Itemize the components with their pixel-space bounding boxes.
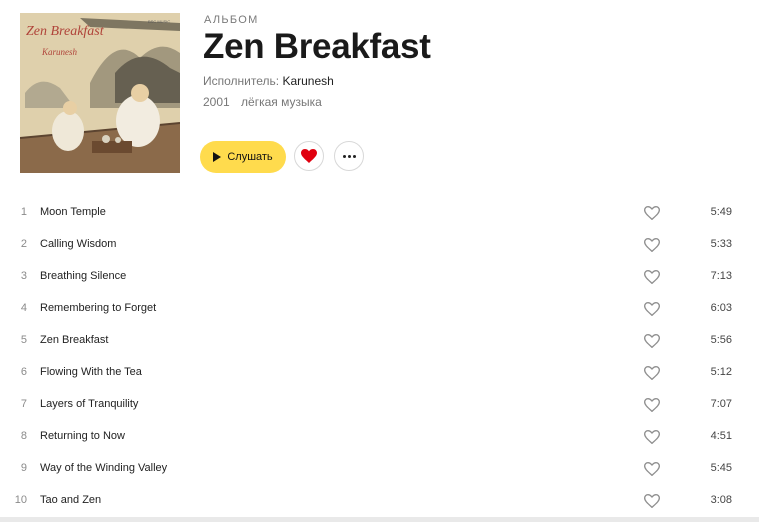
more-dots-icon <box>342 154 356 158</box>
track-number: 5 <box>20 334 27 346</box>
track-title[interactable]: Way of the Winding Valley <box>40 462 167 474</box>
track-title[interactable]: Tao and Zen <box>40 494 101 506</box>
track-duration: 5:45 <box>710 462 732 474</box>
track-number: 1 <box>20 206 27 218</box>
play-button[interactable]: Слушать <box>200 141 286 173</box>
track-duration: 7:07 <box>710 398 732 410</box>
track-title[interactable]: Moon Temple <box>40 206 106 218</box>
track-number: 2 <box>20 238 27 250</box>
heart-outline-icon[interactable] <box>643 397 661 413</box>
more-options-button[interactable] <box>334 141 364 171</box>
heart-outline-icon[interactable] <box>643 429 661 445</box>
cover-artwork: Zen Breakfast Karunesh BSC MUSIC <box>20 13 180 173</box>
track-duration: 6:03 <box>710 302 732 314</box>
heart-outline-icon[interactable] <box>643 237 661 253</box>
play-button-label: Слушать <box>227 151 273 163</box>
track-title[interactable]: Remembering to Forget <box>40 302 156 314</box>
track-number: 3 <box>20 270 27 282</box>
track-row[interactable]: 9 Way of the Winding Valley 5:45 <box>0 452 759 484</box>
cover-artist-text: Karunesh <box>41 47 78 57</box>
track-row[interactable]: 6 Flowing With the Tea 5:12 <box>0 356 759 388</box>
track-duration: 5:56 <box>710 334 732 346</box>
album-genre[interactable]: лёгкая музыка <box>241 95 322 109</box>
track-row[interactable]: 1 Moon Temple 5:49 <box>0 196 759 228</box>
album-type-label: АЛЬБОМ <box>204 14 259 26</box>
artist-link[interactable]: Karunesh <box>282 74 333 88</box>
heart-outline-icon[interactable] <box>643 333 661 349</box>
track-title[interactable]: Breathing Silence <box>40 270 126 282</box>
track-row[interactable]: 5 Zen Breakfast 5:56 <box>0 324 759 356</box>
track-title[interactable]: Layers of Tranquility <box>40 398 138 410</box>
heart-outline-icon[interactable] <box>643 301 661 317</box>
album-title: Zen Breakfast <box>203 27 431 66</box>
artist-line: Исполнитель: Karunesh <box>203 74 334 88</box>
track-number: 4 <box>20 302 27 314</box>
horizontal-scrollbar[interactable] <box>0 517 759 522</box>
track-row[interactable]: 2 Calling Wisdom 5:33 <box>0 228 759 260</box>
track-title[interactable]: Calling Wisdom <box>40 238 116 250</box>
heart-outline-icon[interactable] <box>643 365 661 381</box>
like-album-button[interactable] <box>294 141 324 171</box>
track-title[interactable]: Returning to Now <box>40 430 125 442</box>
track-duration: 3:08 <box>710 494 732 506</box>
track-duration: 7:13 <box>710 270 732 282</box>
heart-outline-icon[interactable] <box>643 493 661 509</box>
heart-outline-icon[interactable] <box>643 461 661 477</box>
track-number: 8 <box>20 430 27 442</box>
track-row[interactable]: 10 Tao and Zen 3:08 <box>0 484 759 516</box>
track-title[interactable]: Flowing With the Tea <box>40 366 142 378</box>
cover-label-text: BSC MUSIC <box>148 19 170 24</box>
track-row[interactable]: 7 Layers of Tranquility 7:07 <box>0 388 759 420</box>
album-cover[interactable]: Zen Breakfast Karunesh BSC MUSIC <box>20 13 180 173</box>
play-icon <box>213 152 222 162</box>
album-meta: 2001 лёгкая музыка <box>203 95 322 109</box>
track-list: 1 Moon Temple 5:49 2 Calling Wisdom 5:33 3 Brea… <box>0 196 759 516</box>
track-number: 10 <box>14 494 27 506</box>
artist-prefix: Исполнитель: <box>203 74 280 88</box>
track-duration: 5:49 <box>710 206 732 218</box>
cover-title-text: Zen Breakfast <box>26 24 105 39</box>
track-number: 9 <box>20 462 27 474</box>
track-row[interactable]: 4 Remembering to Forget 6:03 <box>0 292 759 324</box>
album-year: 2001 <box>203 95 230 109</box>
heart-outline-icon[interactable] <box>643 205 661 221</box>
track-number: 6 <box>20 366 27 378</box>
track-row[interactable]: 3 Breathing Silence 7:13 <box>0 260 759 292</box>
track-number: 7 <box>20 398 27 410</box>
track-duration: 5:12 <box>710 366 732 378</box>
track-duration: 4:51 <box>710 430 732 442</box>
track-title[interactable]: Zen Breakfast <box>40 334 108 346</box>
heart-outline-icon[interactable] <box>643 269 661 285</box>
heart-filled-icon <box>301 149 317 163</box>
track-row[interactable]: 8 Returning to Now 4:51 <box>0 420 759 452</box>
track-duration: 5:33 <box>710 238 732 250</box>
